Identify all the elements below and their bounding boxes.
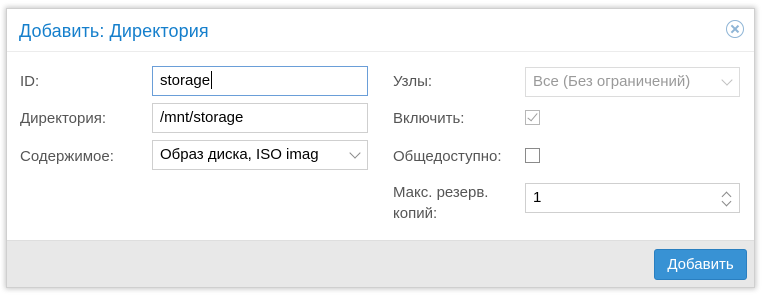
dialog-title: Добавить: Директория — [19, 21, 209, 41]
max-backups-label-line2: копий: — [393, 205, 438, 222]
content-select[interactable]: Образ диска, ISO imag — [152, 140, 368, 170]
dialog-titlebar: Добавить: Директория — [7, 9, 754, 52]
enable-checkbox[interactable] — [525, 110, 540, 125]
content-label: Содержимое: — [20, 148, 114, 165]
text-cursor — [211, 71, 213, 90]
directory-input-value: /mnt/storage — [160, 109, 244, 126]
dialog-footer: Добавить — [7, 240, 754, 287]
max-backups-spinner[interactable]: 1 — [525, 183, 740, 213]
max-backups-label-line1: Макс. резерв. — [393, 184, 489, 201]
content-select-value: Образ диска, ISO imag — [160, 146, 319, 163]
enable-label: Включить: — [393, 110, 465, 127]
add-directory-dialog: Добавить: Директория ID: storage Директо… — [6, 8, 755, 288]
max-backups-label: Макс. резерв. копий: — [393, 182, 488, 224]
max-backups-value: 1 — [533, 189, 542, 206]
shared-checkbox[interactable] — [525, 148, 540, 163]
nodes-select-value: Все (Без ограничений) — [533, 73, 691, 90]
shared-label: Общедоступно: — [393, 148, 502, 165]
directory-label: Директория: — [20, 110, 107, 127]
chevron-down-icon[interactable] — [721, 74, 733, 86]
add-button[interactable]: Добавить — [654, 249, 747, 280]
close-icon[interactable] — [726, 20, 744, 38]
nodes-select[interactable]: Все (Без ограничений) — [525, 67, 740, 97]
id-input[interactable]: storage — [152, 66, 368, 96]
id-input-value: storage — [160, 72, 211, 89]
chevron-down-icon[interactable] — [349, 147, 361, 159]
spin-down-icon[interactable] — [721, 196, 732, 207]
id-label: ID: — [20, 73, 40, 90]
directory-input[interactable]: /mnt/storage — [152, 103, 368, 133]
nodes-label: Узлы: — [393, 73, 433, 90]
